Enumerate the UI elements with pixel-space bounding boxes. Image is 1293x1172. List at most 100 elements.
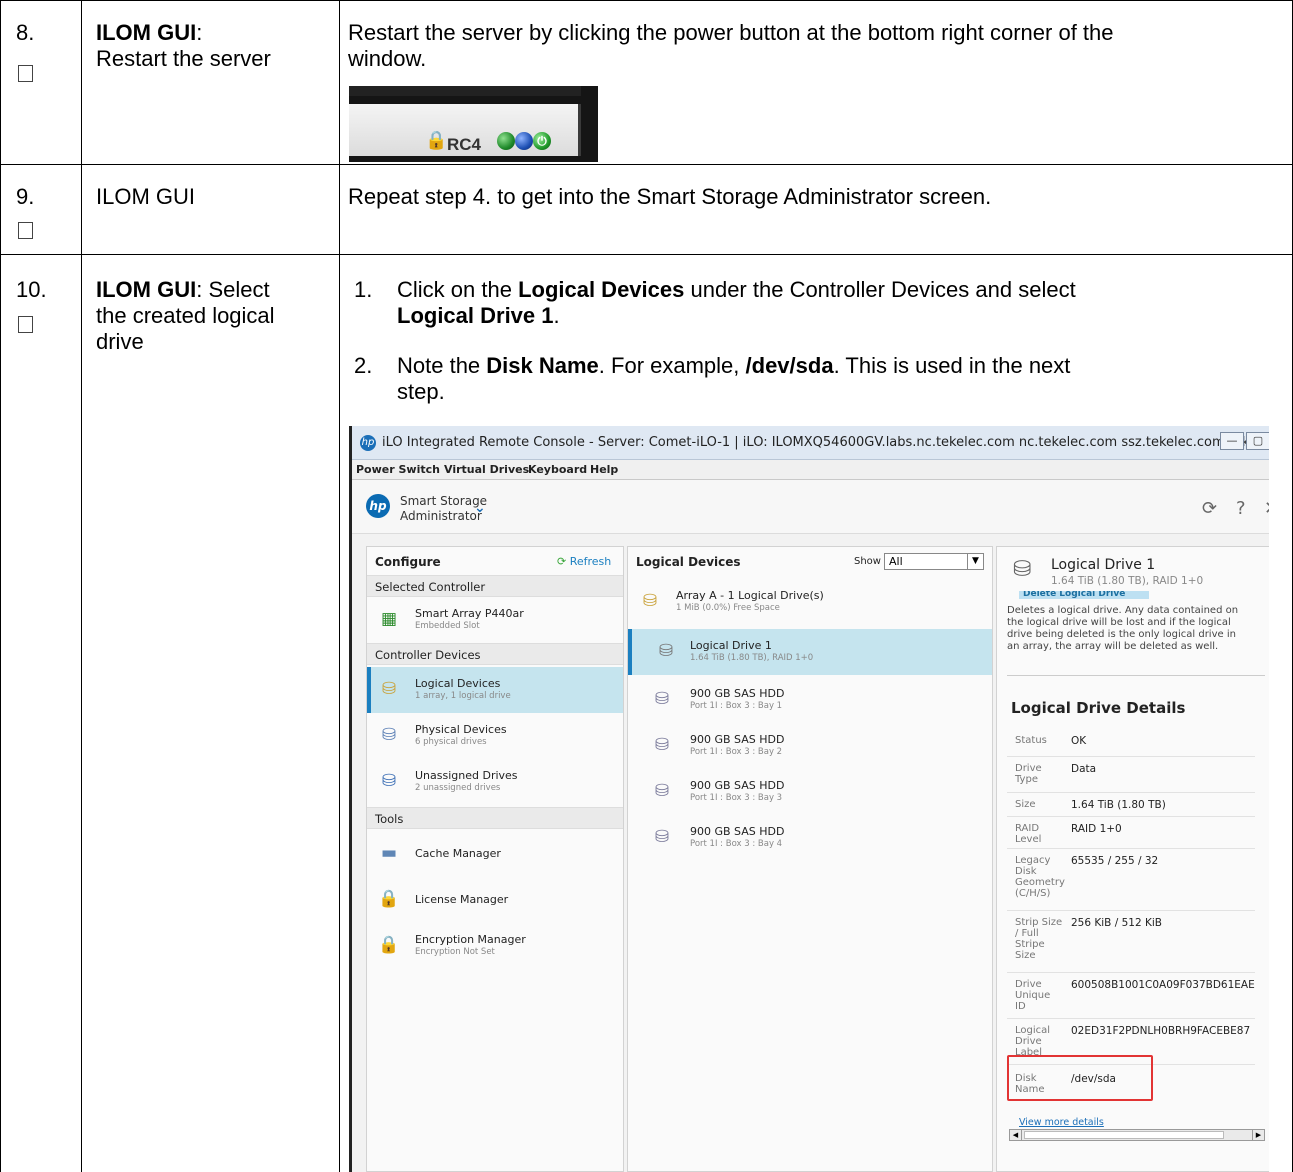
controller-name: Smart Array P440ar <box>415 607 524 620</box>
sidebar-item-physical-devices[interactable]: ⛁ Physical Devices 6 physical drives <box>367 713 623 759</box>
detail-value: 600508B1001C0A09F037BD61EAE <box>1071 979 1255 991</box>
minimize-button[interactable]: — <box>1220 432 1244 450</box>
menu-help[interactable]: Help <box>590 463 618 476</box>
physical-devices-sub: 6 physical drives <box>415 737 487 747</box>
logical-devices-header: Logical Devices <box>636 555 741 569</box>
chevron-down-icon[interactable]: ⌄ <box>474 500 486 516</box>
step-9-number: 9. <box>16 184 35 209</box>
detail-value: Data <box>1071 763 1097 775</box>
ssa-header: hp Smart Storage Administrator ⌄ ⟳ ? ✕ <box>352 480 1269 534</box>
disk-item[interactable]: ⛁ 900 GB SAS HDD Port 1I : Box 3 : Bay 1 <box>628 677 992 723</box>
encryption-manager-icon: 🔒 <box>378 935 400 955</box>
sub-step-2-number: 2. <box>354 353 373 378</box>
sub-step-2-line1: Note the Disk Name. For example, /dev/sd… <box>397 353 1071 378</box>
disk-item[interactable]: ⛁ 900 GB SAS HDD Port 1I : Box 3 : Bay 2 <box>628 723 992 769</box>
power-button-icon[interactable]: ⏻ <box>533 132 551 150</box>
controller-slot: Embedded Slot <box>415 621 480 631</box>
detail-row-geometry: Legacy Disk Geometry (C/H/S) 65535 / 255 … <box>1007 849 1255 911</box>
horizontal-scrollbar[interactable]: ◀ ▶ <box>1009 1129 1265 1141</box>
hp-logo-icon: hp <box>366 494 390 518</box>
hdd-icon: ⛁ <box>654 689 670 709</box>
sub-step-2-line2: step. <box>397 379 445 404</box>
sidebar-item-unassigned-drives[interactable]: ⛁ Unassigned Drives 2 unassigned drives <box>367 759 623 805</box>
rc4-label: RC4 <box>447 135 482 154</box>
help-icon[interactable]: ? <box>1236 498 1246 519</box>
delete-logical-drive-button[interactable]: Delete Logical Drive <box>1019 591 1149 599</box>
sidebar-item-logical-devices[interactable]: ⛁ Logical Devices 1 array, 1 logical dri… <box>367 667 623 713</box>
step-9-text: Repeat step 4. to get into the Smart Sto… <box>348 184 992 209</box>
sub-step-1-line1: Click on the Logical Devices under the C… <box>397 277 1076 302</box>
maximize-button[interactable]: ▢ <box>1246 432 1269 450</box>
detail-label: Drive Unique ID <box>1015 979 1051 1012</box>
step-10-checkbox[interactable] <box>18 316 33 333</box>
step-8-text-line2: window. <box>348 46 427 71</box>
configure-pane: Configure ⟳ Refresh Selected Controller … <box>366 546 624 1172</box>
controller-card-icon: ▦ <box>380 609 398 629</box>
status-dot-blue-icon <box>515 132 533 150</box>
disk-location: Port 1I : Box 3 : Bay 1 <box>690 701 783 711</box>
disk-item[interactable]: ⛁ 900 GB SAS HDD Port 1I : Box 3 : Bay 3 <box>628 769 992 815</box>
detail-row-unique-id: Drive Unique ID 600508B1001C0A09F037BD61E… <box>1007 973 1255 1019</box>
selected-controller-label: Selected Controller <box>375 580 486 594</box>
disk-item[interactable]: ⛁ 900 GB SAS HDD Port 1I : Box 3 : Bay 4 <box>628 815 992 861</box>
console-title-bar: hp iLO Integrated Remote Console - Serve… <box>352 426 1269 460</box>
array-free-space: 1 MiB (0.0%) Free Space <box>676 603 780 613</box>
refresh-arrows-icon: ⟳ <box>557 555 567 568</box>
controller-item[interactable]: ▦ Smart Array P440ar Embedded Slot <box>367 597 623 643</box>
tool-cache-manager[interactable]: ▬ Cache Manager <box>367 831 623 877</box>
scrollbar-thumb[interactable] <box>1024 1131 1224 1139</box>
sub-step-1-number: 1. <box>354 277 373 302</box>
array-name: Array A - 1 Logical Drive(s) <box>676 589 824 602</box>
menu-virtual-drives[interactable]: Virtual Drives <box>444 463 529 476</box>
array-item[interactable]: ⛁ Array A - 1 Logical Drive(s) 1 MiB (0.… <box>628 579 992 625</box>
detail-label: Status <box>1015 735 1047 746</box>
hp-icon: hp <box>360 435 376 451</box>
array-icon: ⛁ <box>642 591 658 611</box>
step-8-checkbox[interactable] <box>18 65 33 82</box>
detail-label: Strip Size / Full Stripe Size <box>1015 917 1063 961</box>
detail-row-drive-type: Drive Type Data <box>1007 757 1255 793</box>
disk-location: Port 1I : Box 3 : Bay 3 <box>690 793 783 803</box>
disk-name: 900 GB SAS HDD <box>690 779 785 792</box>
disk-name-highlight <box>1007 1055 1153 1101</box>
logical-drive-1-item[interactable]: ⛁ Logical Drive 1 1.64 TiB (1.80 TB), RA… <box>628 629 992 675</box>
logical-drive-icon: ⛁ <box>658 641 674 661</box>
controller-devices-label: Controller Devices <box>375 648 481 662</box>
tool-license-manager[interactable]: 🔒 License Manager <box>367 877 623 923</box>
detail-value: 65535 / 255 / 32 <box>1071 855 1159 867</box>
show-select-value: All <box>889 555 903 568</box>
menu-keyboard[interactable]: Keyboard <box>528 463 587 476</box>
logical-devices-label: Logical Devices <box>415 677 501 690</box>
cache-manager-label: Cache Manager <box>415 847 501 860</box>
disk-name: 900 GB SAS HDD <box>690 687 785 700</box>
refresh-icon[interactable]: ⟳ <box>1202 498 1217 519</box>
disk-name: 900 GB SAS HDD <box>690 825 785 838</box>
step-9-checkbox[interactable] <box>18 222 33 239</box>
details-title: Logical Drive 1 <box>1051 557 1156 573</box>
sub-step-1-line2: Logical Drive 1. <box>397 303 560 328</box>
show-select[interactable]: All ▼ <box>884 553 984 570</box>
menu-power-switch[interactable]: Power Switch <box>356 463 440 476</box>
view-more-details-link[interactable]: View more details <box>1019 1117 1104 1128</box>
refresh-button[interactable]: ⟳ Refresh <box>557 555 611 568</box>
scroll-left-icon[interactable]: ◀ <box>1010 1130 1022 1140</box>
detail-value: 02ED31F2PDNLH0BRH9FACEBE87 <box>1071 1025 1251 1037</box>
delete-description-line: an array, the array will be deleted as w… <box>1007 641 1219 652</box>
scroll-right-icon[interactable]: ▶ <box>1252 1130 1264 1140</box>
logical-drive-name: Logical Drive 1 <box>690 639 772 652</box>
tool-encryption-manager[interactable]: 🔒 Encryption Manager Encryption Not Set <box>367 923 623 969</box>
step-9-title: ILOM GUI <box>96 184 196 209</box>
step-8-text-line1: Restart the server by clicking the power… <box>348 20 1114 45</box>
app-name-line2: Administrator <box>400 509 482 523</box>
power-button-screenshot: 🔒 RC4 ⏻ <box>349 86 598 162</box>
delete-description-line: drive being deleted is the only logical … <box>1007 629 1236 640</box>
detail-value: RAID 1+0 <box>1071 823 1122 835</box>
detail-value: 256 KiB / 512 KiB <box>1071 917 1162 929</box>
cache-manager-icon: ▬ <box>380 843 398 863</box>
show-label: Show <box>854 556 881 567</box>
close-icon[interactable]: ✕ <box>1264 498 1269 519</box>
status-dot-green-icon <box>497 132 515 150</box>
procedure-table: 8. ILOM GUI: Restart the server Restart … <box>0 0 1293 1172</box>
logical-drive-icon: ⛁ <box>1013 557 1032 582</box>
delete-description: Deletes a logical drive. Any data contai… <box>1007 605 1238 653</box>
